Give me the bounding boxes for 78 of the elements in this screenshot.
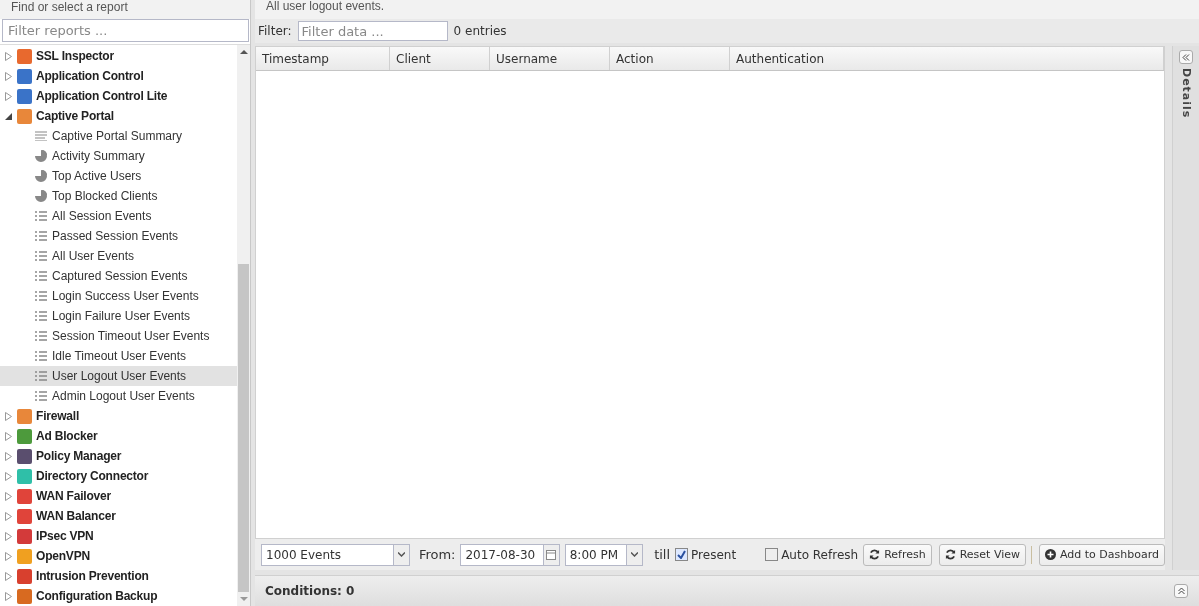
report-item[interactable]: Session Timeout User Events — [0, 326, 237, 346]
scrollbar[interactable] — [237, 45, 250, 606]
column-header[interactable]: Action — [610, 47, 730, 70]
report-item[interactable]: Captured Session Events — [0, 266, 237, 286]
tree-group-label[interactable]: Firewall — [36, 409, 80, 423]
tree-group-label[interactable]: Configuration Backup — [36, 589, 158, 603]
caret-icon — [397, 552, 405, 557]
toolbar-button[interactable]: Refresh — [863, 543, 932, 566]
expand-conditions-button[interactable] — [1174, 584, 1188, 598]
date-field[interactable]: 2017-08-30 — [460, 543, 560, 566]
column-header[interactable]: Authentication — [730, 47, 1164, 70]
pie-chart-icon — [35, 150, 47, 162]
text-lines-icon — [35, 131, 47, 141]
report-item[interactable]: Top Blocked Clients — [0, 186, 237, 206]
tree-group-label[interactable]: OpenVPN — [36, 549, 90, 563]
refresh-icon — [869, 549, 881, 560]
present-checkbox[interactable]: Present — [675, 547, 737, 562]
report-item[interactable]: Login Success User Events — [0, 286, 237, 306]
list-icon — [35, 211, 47, 221]
report-item[interactable]: Admin Logout User Events — [0, 386, 237, 406]
tree-group-label[interactable]: WAN Balancer — [36, 509, 116, 523]
pie-chart-icon — [35, 170, 47, 182]
list-icon — [35, 271, 47, 281]
sidebar-title: Find or select a report — [0, 0, 250, 19]
tree-group-label[interactable]: Directory Connector — [36, 469, 149, 483]
tree-group-label[interactable]: WAN Failover — [36, 489, 111, 503]
filter-data-field[interactable]: Filter data ... — [297, 21, 448, 41]
report-item[interactable]: Idle Timeout User Events — [0, 346, 237, 366]
tree-group-label[interactable]: Captive Portal — [36, 109, 114, 123]
calendar-icon — [546, 549, 557, 560]
event-limit-dropdown[interactable]: 1000 Events — [261, 543, 410, 566]
report-item[interactable]: Captive Portal Summary — [0, 126, 237, 146]
list-icon — [35, 371, 47, 381]
auto-refresh-checkbox[interactable]: Auto Refresh — [765, 547, 859, 562]
list-icon — [35, 331, 47, 341]
filter-reports-field[interactable]: Filter reports ... — [2, 19, 249, 42]
details-label: Details — [1179, 68, 1193, 119]
collapse-arrow-icon[interactable] — [5, 112, 12, 120]
entries-count: 0 entries — [453, 24, 507, 38]
time-dropdown[interactable]: 8:00 PM — [564, 543, 644, 566]
tree-group-label[interactable]: Intrusion Prevention — [36, 569, 149, 583]
report-item[interactable]: All User Events — [0, 246, 237, 266]
conditions-label: Conditions: 0 — [265, 584, 355, 598]
filter-label: Filter: — [258, 24, 292, 38]
tree-group-label[interactable]: Application Control Lite — [36, 89, 168, 103]
double-chevron-up-icon — [1177, 587, 1185, 595]
tree-group-label[interactable]: SSL Inspector — [36, 49, 114, 63]
column-header[interactable]: Timestamp — [256, 47, 390, 70]
report-item[interactable]: Top Active Users — [0, 166, 237, 186]
tree-group-label[interactable]: Policy Manager — [36, 449, 122, 463]
pie-chart-icon — [35, 190, 47, 202]
double-chevron-left-icon — [1182, 53, 1190, 61]
add-icon — [1045, 549, 1056, 560]
refresh-icon — [944, 549, 956, 560]
report-item[interactable]: Activity Summary — [0, 146, 237, 166]
report-item[interactable]: Login Failure User Events — [0, 306, 237, 326]
list-icon — [35, 231, 47, 241]
tree-group-label[interactable]: Application Control — [36, 69, 144, 83]
from-label: From: — [418, 547, 456, 562]
toolbar-button[interactable]: Reset View — [938, 543, 1026, 566]
list-icon — [35, 311, 47, 321]
column-header[interactable]: Client — [390, 47, 490, 70]
caret-icon — [631, 552, 639, 557]
checkmark-icon — [677, 550, 687, 559]
report-item[interactable]: Passed Session Events — [0, 226, 237, 246]
expand-details-button[interactable] — [1179, 50, 1193, 64]
report-item[interactable]: All Session Events — [0, 206, 237, 226]
list-icon — [35, 291, 47, 301]
till-label: till — [654, 547, 671, 562]
column-header[interactable]: Username — [490, 47, 610, 70]
tree-group-label[interactable]: Ad Blocker — [36, 429, 98, 443]
list-icon — [35, 391, 47, 401]
list-icon — [35, 251, 47, 261]
report-description: All user logout events. — [255, 0, 1199, 19]
tree-group-label[interactable]: IPsec VPN — [36, 529, 94, 543]
add-to-dashboard-button[interactable]: Add to Dashboard — [1039, 543, 1165, 566]
report-item[interactable]: User Logout User Events — [0, 366, 237, 386]
list-icon — [35, 351, 47, 361]
